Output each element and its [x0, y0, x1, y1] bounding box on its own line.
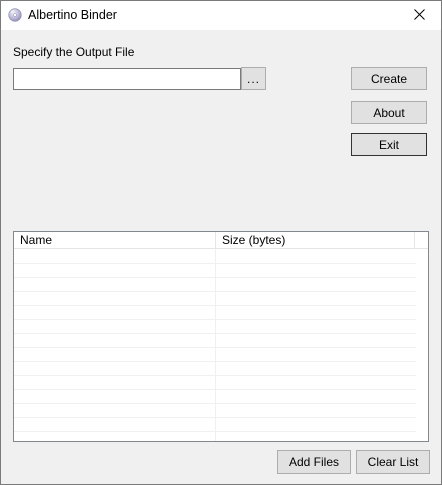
close-icon: [413, 8, 425, 23]
file-list[interactable]: Name Size (bytes): [13, 231, 429, 442]
disc-icon: [8, 8, 22, 22]
column-header-size[interactable]: Size (bytes): [216, 232, 415, 248]
window-title: Albertino Binder: [28, 8, 117, 22]
clear-list-button[interactable]: Clear List: [356, 450, 430, 474]
output-file-label: Specify the Output File: [13, 45, 135, 59]
exit-button[interactable]: Exit: [351, 133, 427, 156]
file-list-header: Name Size (bytes): [14, 232, 428, 249]
create-button[interactable]: Create: [351, 67, 427, 90]
close-button[interactable]: [397, 1, 441, 30]
file-list-rows: [14, 249, 428, 441]
output-file-input[interactable]: [13, 68, 241, 90]
column-divider: [215, 249, 216, 441]
browse-button[interactable]: ...: [241, 67, 266, 90]
title-bar: Albertino Binder: [1, 1, 441, 30]
about-button[interactable]: About: [351, 101, 427, 124]
column-header-name[interactable]: Name: [14, 232, 216, 248]
app-window: Albertino Binder Specify the Output File…: [0, 0, 442, 485]
add-files-button[interactable]: Add Files: [277, 450, 351, 474]
